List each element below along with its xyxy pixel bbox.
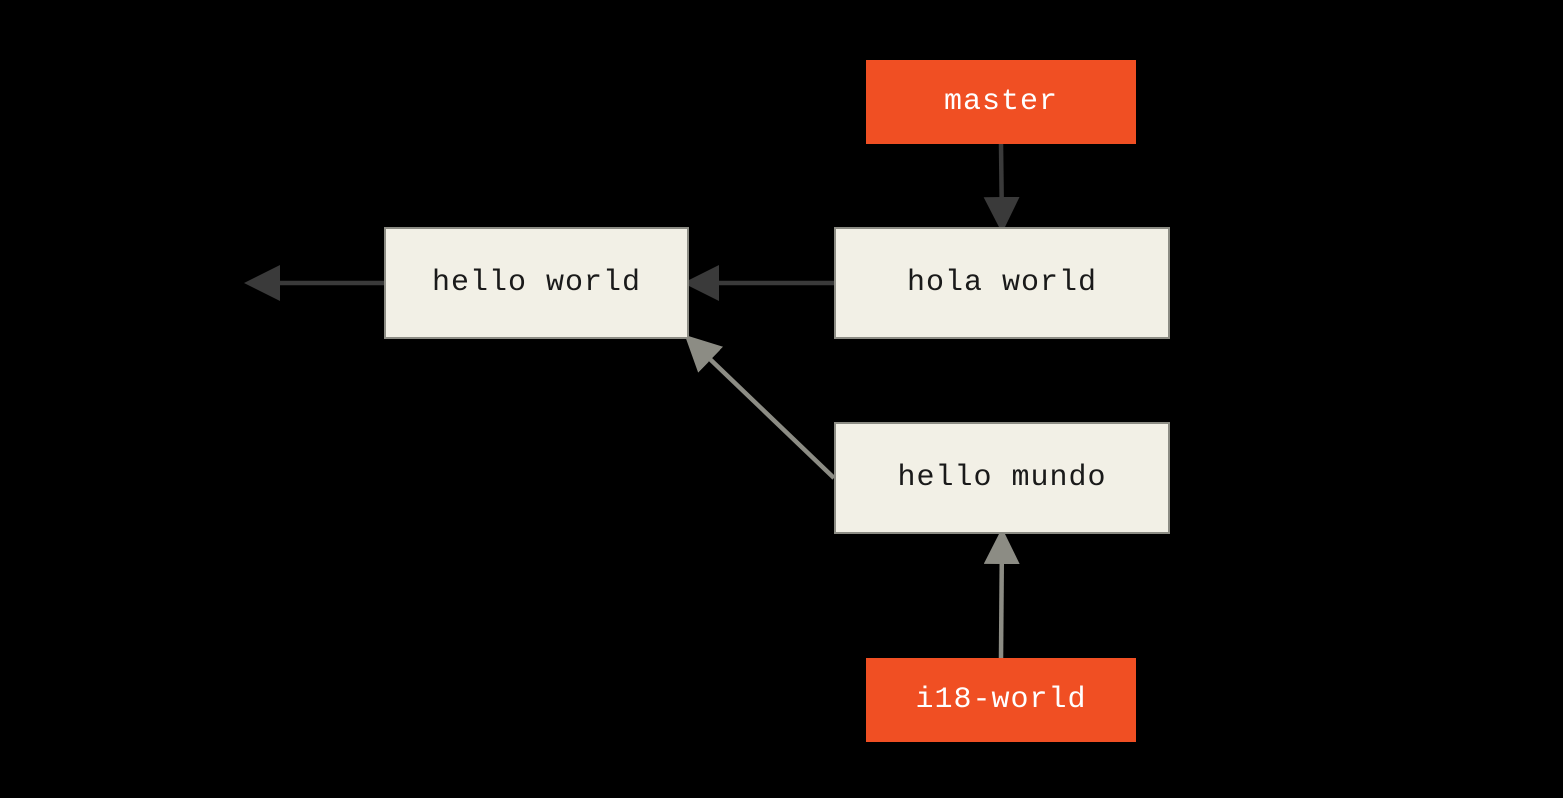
- commit-hello-world: hello world: [384, 227, 689, 339]
- branch-i18-world-label: i18-world: [915, 683, 1086, 717]
- arrow: [689, 339, 834, 478]
- commit-hello-world-label: hello world: [432, 266, 641, 300]
- commit-hola-world-label: hola world: [907, 266, 1097, 300]
- commit-hello-mundo: hello mundo: [834, 422, 1170, 534]
- branch-master-label: master: [944, 85, 1058, 119]
- arrow: [1001, 534, 1002, 658]
- commit-hola-world: hola world: [834, 227, 1170, 339]
- diagram-canvas: master hola world hello world hello mund…: [0, 0, 1563, 798]
- commit-hello-mundo-label: hello mundo: [897, 461, 1106, 495]
- branch-i18-world: i18-world: [866, 658, 1136, 742]
- arrow: [1001, 144, 1002, 227]
- branch-master: master: [866, 60, 1136, 144]
- arrow-layer: [0, 0, 1563, 798]
